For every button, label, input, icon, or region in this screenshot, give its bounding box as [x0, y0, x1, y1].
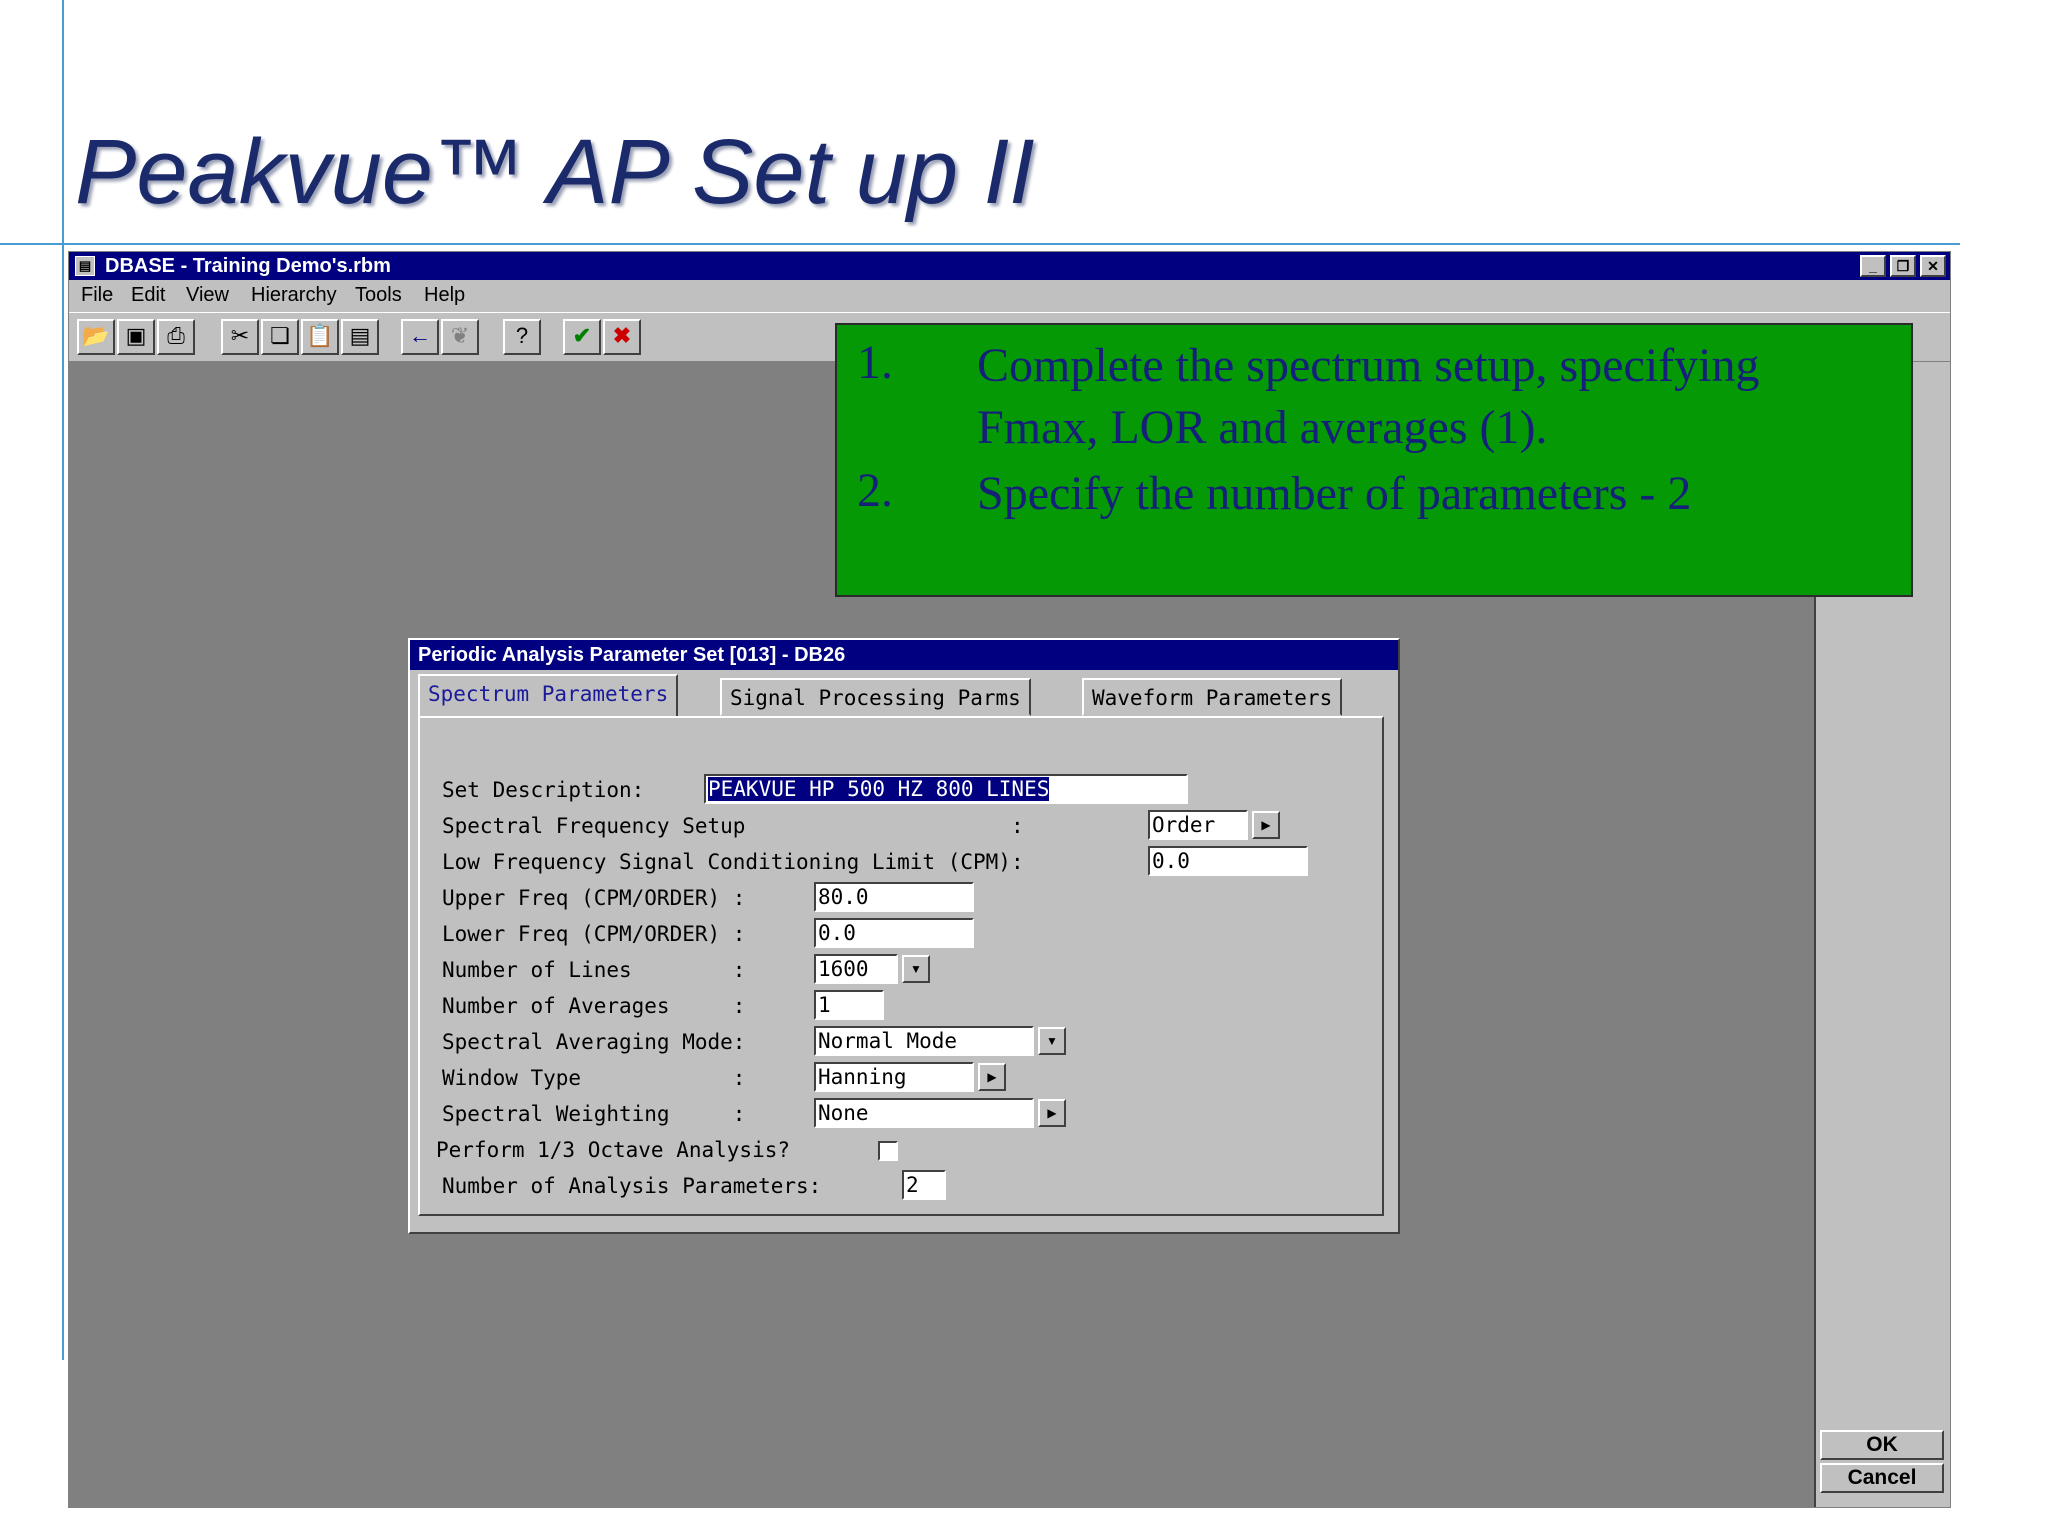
ok-button[interactable]: OK: [1820, 1430, 1944, 1460]
chevron-down-icon[interactable]: ▼: [902, 955, 930, 983]
open-icon[interactable]: 📂: [77, 319, 115, 355]
instruction-callout: 1. Complete the spectrum setup, specifyi…: [835, 323, 1913, 597]
save-icon[interactable]: ▣: [117, 319, 155, 355]
menu-view[interactable]: View: [186, 284, 229, 307]
octave-analysis-label: Perform 1/3 Octave Analysis?: [436, 1138, 791, 1162]
spectral-weighting-field[interactable]: None: [814, 1098, 1034, 1128]
document-icon[interactable]: ▤: [341, 319, 379, 355]
lower-freq-field[interactable]: 0.0: [814, 918, 974, 948]
menu-bar: File Edit View Hierarchy Tools Help: [69, 280, 1950, 310]
slide-vertical-rule: [62, 0, 64, 1360]
parameter-set-dialog: Periodic Analysis Parameter Set [013] - …: [408, 638, 1400, 1234]
slide-horizontal-rule: [0, 243, 1960, 245]
number-of-averages-label: Number of Averages :: [442, 994, 746, 1018]
upper-freq-field[interactable]: 80.0: [814, 882, 974, 912]
number-of-lines-field[interactable]: 1600: [814, 954, 898, 984]
menu-help[interactable]: Help: [424, 284, 465, 307]
cancel-x-icon[interactable]: ✖: [603, 319, 641, 355]
note-item-number: 2.: [857, 464, 893, 517]
spectral-frequency-setup-field[interactable]: Order: [1148, 810, 1248, 840]
back-arrow-icon[interactable]: ←: [401, 319, 439, 355]
menu-file[interactable]: File: [81, 284, 113, 307]
lower-freq-label: Lower Freq (CPM/ORDER) :: [442, 922, 746, 946]
help-icon[interactable]: ?: [503, 319, 541, 355]
tab-spectrum-parameters[interactable]: Spectrum Parameters: [418, 674, 679, 718]
window-type-field[interactable]: Hanning: [814, 1062, 974, 1092]
restore-button[interactable]: ❐: [1890, 255, 1916, 277]
num-analysis-params-field[interactable]: 2: [902, 1170, 946, 1200]
tab-signal-processing-parms[interactable]: Signal Processing Parms: [720, 678, 1031, 716]
number-of-lines-label: Number of Lines :: [442, 958, 746, 982]
note-item-text: Specify the number of parameters - 2: [977, 467, 1692, 520]
menu-tools[interactable]: Tools: [355, 284, 402, 307]
minimize-button[interactable]: _: [1860, 255, 1886, 277]
paste-icon[interactable]: 📋: [301, 319, 339, 355]
cut-icon[interactable]: ✂: [221, 319, 259, 355]
spectral-frequency-setup-label: Spectral Frequency Setup :: [442, 814, 1024, 838]
upper-freq-label: Upper Freq (CPM/ORDER) :: [442, 886, 746, 910]
note-item-number: 1.: [857, 336, 893, 389]
window-titlebar: ▤ DBASE - Training Demo's.rbm _ ❐ ✕: [69, 252, 1950, 280]
menu-edit[interactable]: Edit: [131, 284, 165, 307]
window-type-label: Window Type :: [442, 1066, 746, 1090]
num-analysis-params-label: Number of Analysis Parameters:: [442, 1174, 822, 1198]
spectrum-parameters-panel: Set Description: PEAKVUE HP 500 HZ 800 L…: [418, 716, 1384, 1216]
number-of-averages-field[interactable]: 1: [814, 990, 884, 1020]
slide-title: Peakvue™ AP Set up II: [75, 121, 1035, 223]
chevron-right-icon[interactable]: ▶: [978, 1063, 1006, 1091]
cancel-button[interactable]: Cancel: [1820, 1463, 1944, 1493]
tab-waveform-parameters[interactable]: Waveform Parameters: [1082, 678, 1343, 716]
window-title: DBASE - Training Demo's.rbm: [105, 255, 391, 277]
set-description-field[interactable]: PEAKVUE HP 500 HZ 800 LINES: [704, 774, 1188, 804]
note-item-text: Complete the spectrum setup, specifying …: [977, 339, 1760, 454]
check-icon[interactable]: ✔: [563, 319, 601, 355]
averaging-mode-label: Spectral Averaging Mode:: [442, 1030, 746, 1054]
averaging-mode-field[interactable]: Normal Mode: [814, 1026, 1034, 1056]
menu-hierarchy[interactable]: Hierarchy: [251, 284, 337, 307]
chevron-down-icon[interactable]: ▼: [1038, 1027, 1066, 1055]
print-icon[interactable]: ⎙: [157, 319, 195, 355]
dialog-title: Periodic Analysis Parameter Set [013] - …: [410, 640, 1398, 670]
app-icon: ▤: [75, 256, 95, 276]
spectral-weighting-label: Spectral Weighting :: [442, 1102, 746, 1126]
set-description-label: Set Description:: [442, 778, 645, 802]
copy-icon[interactable]: ❏: [261, 319, 299, 355]
tree-icon[interactable]: ❦: [441, 319, 479, 355]
chevron-right-icon[interactable]: ▶: [1252, 811, 1280, 839]
close-button[interactable]: ✕: [1920, 255, 1946, 277]
chevron-right-icon[interactable]: ▶: [1038, 1099, 1066, 1127]
low-freq-limit-label: Low Frequency Signal Conditioning Limit …: [442, 850, 1024, 874]
octave-analysis-checkbox[interactable]: [878, 1141, 898, 1161]
low-freq-limit-field[interactable]: 0.0: [1148, 846, 1308, 876]
